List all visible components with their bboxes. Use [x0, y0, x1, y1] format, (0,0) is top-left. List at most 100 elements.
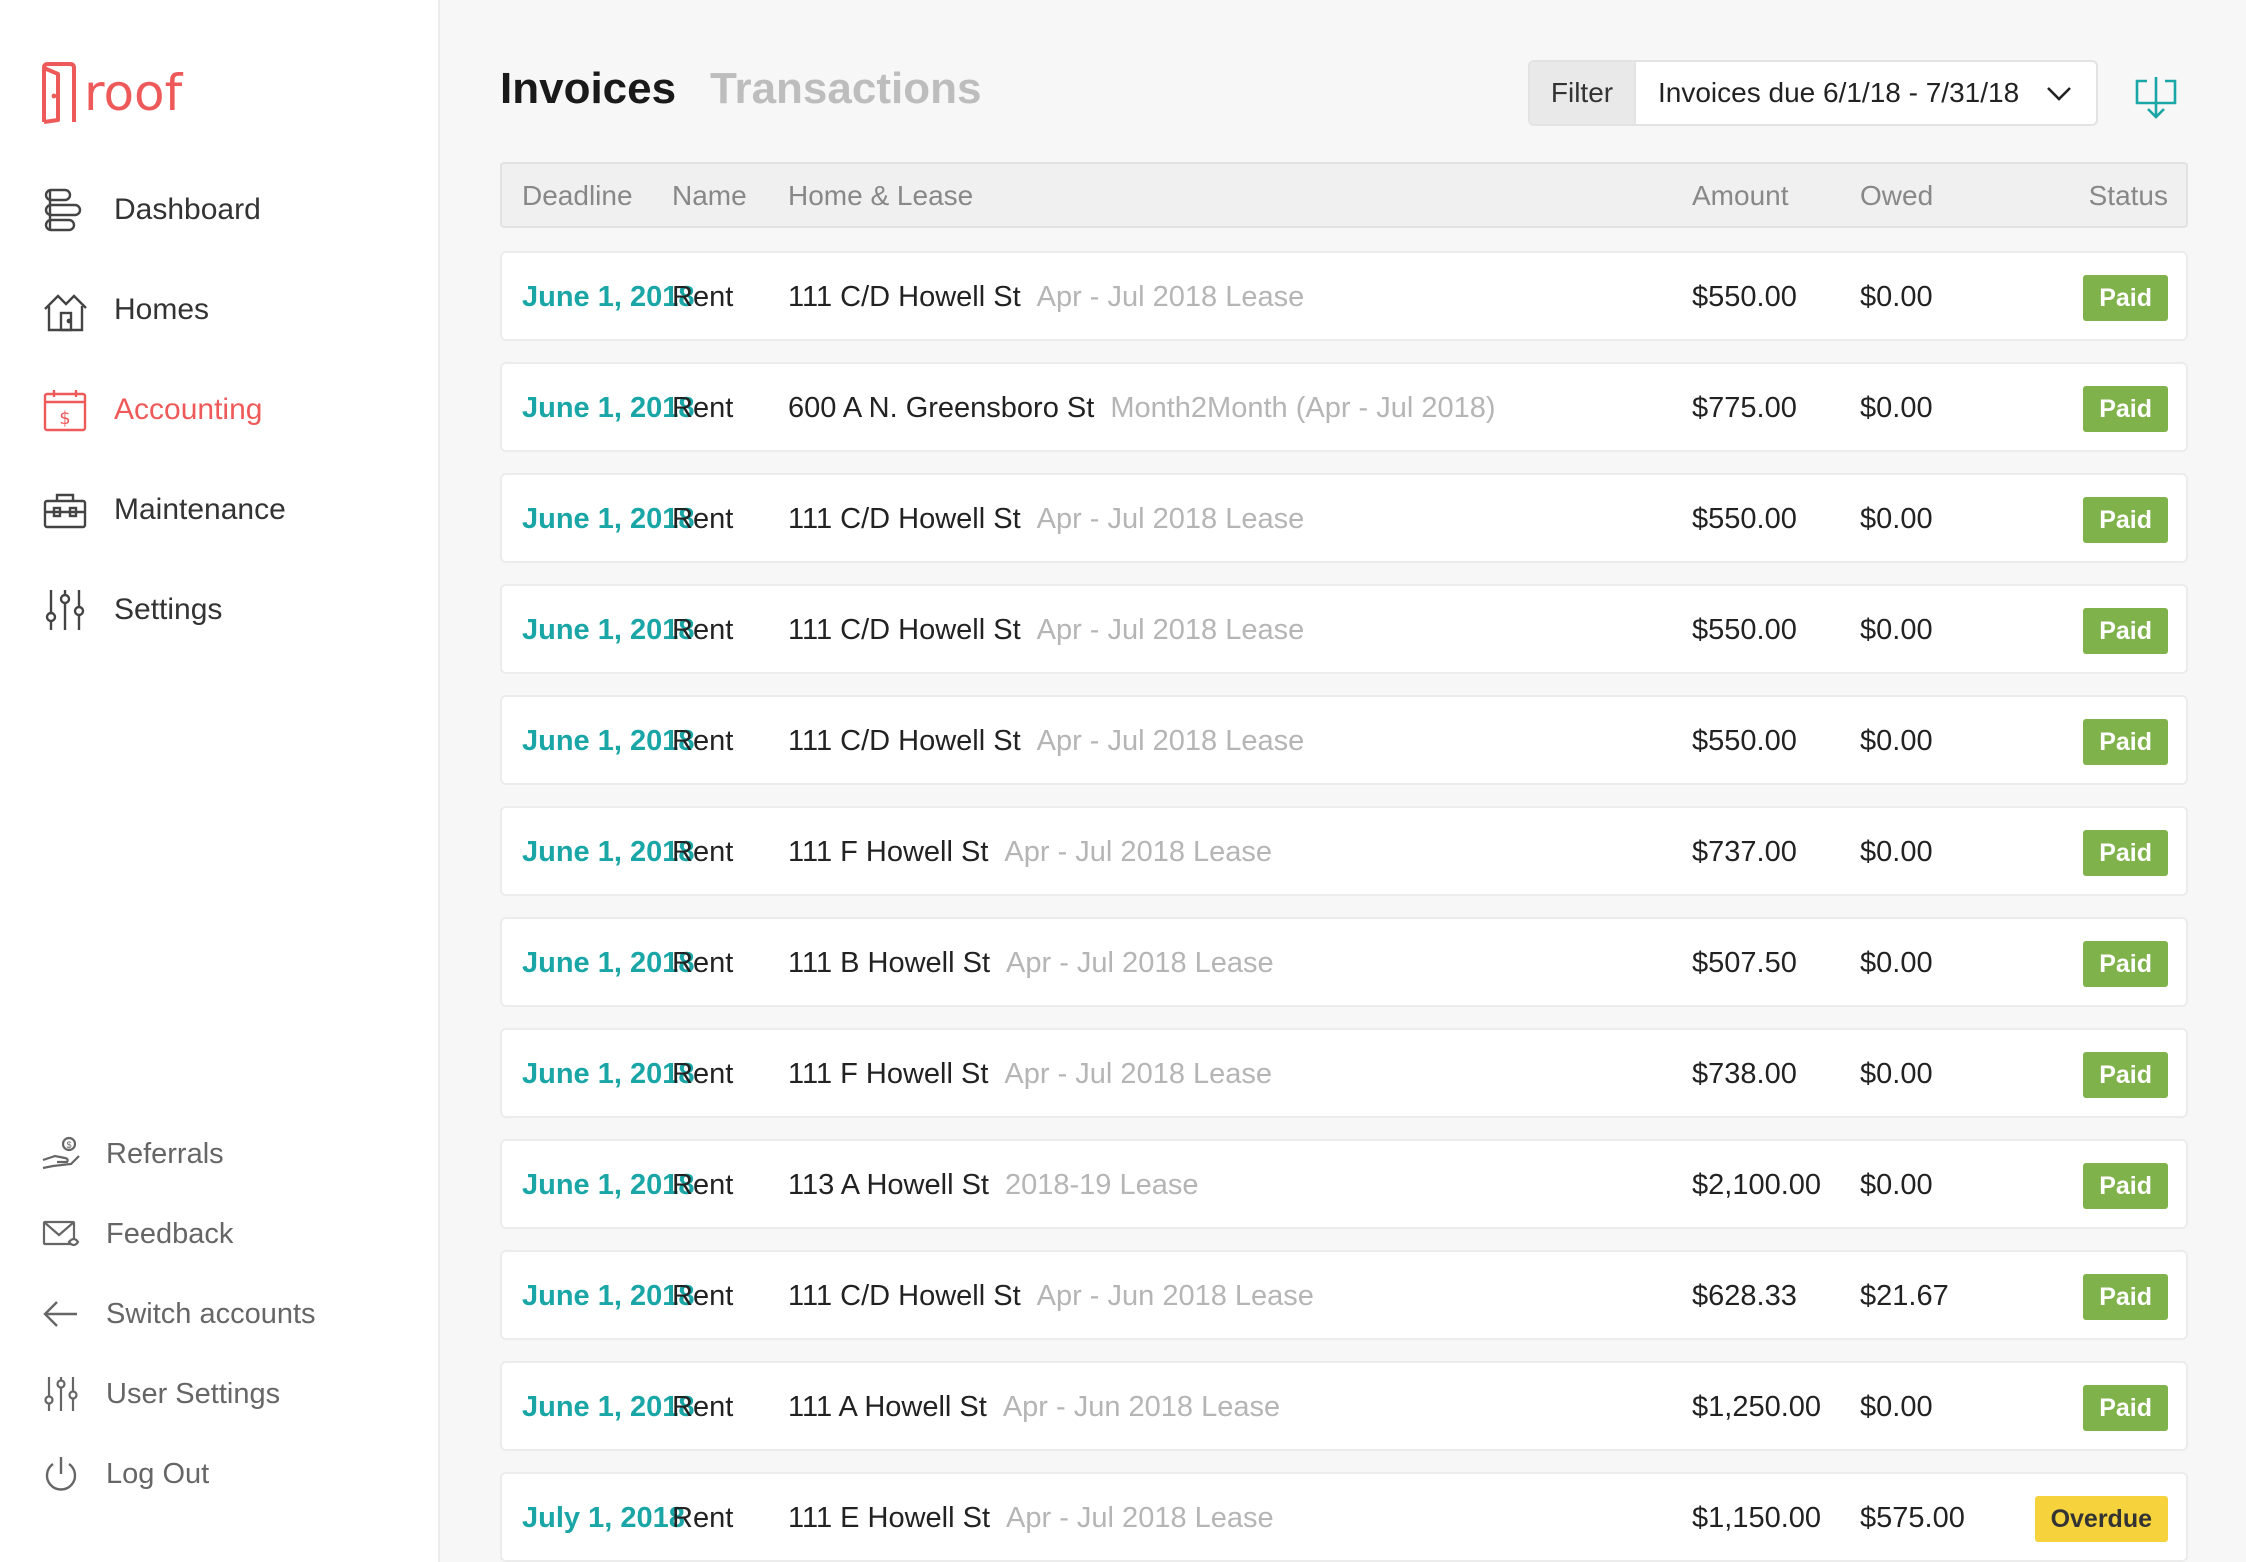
deadline-link[interactable]: June 1, 2018 — [522, 725, 695, 758]
invoice-amount: $737.00 — [1692, 836, 1797, 868]
sidebar-item-log-out[interactable]: Log Out — [40, 1444, 209, 1504]
sidebar-item-accounting[interactable]: $ Accounting — [40, 380, 262, 440]
lease-name: Apr - Jul 2018 Lease — [1036, 725, 1305, 757]
deadline-link[interactable]: June 1, 2018 — [522, 503, 695, 536]
invoice-owed: $0.00 — [1860, 1169, 1933, 1201]
header-amount[interactable]: Amount — [1692, 180, 1789, 212]
lease-name: Month2Month (Apr - Jul 2018) — [1110, 392, 1496, 424]
filter-label: Filter — [1530, 62, 1636, 124]
home-lease-cell: 111 E Howell St Apr - Jul 2018 Lease — [788, 1502, 1274, 1535]
main-content: Invoices Transactions Filter Invoices du… — [440, 0, 2246, 1562]
invoice-owed: $0.00 — [1860, 836, 1933, 868]
sidebar-item-homes[interactable]: Homes — [40, 280, 209, 340]
sidebar-item-feedback[interactable]: Feedback — [40, 1204, 233, 1264]
home-lease-cell: 111 C/D Howell St Apr - Jul 2018 Lease — [788, 503, 1304, 536]
header-status[interactable]: Status — [2089, 180, 2168, 212]
sidebar-item-label: Settings — [114, 593, 223, 626]
home-lease-cell: 111 C/D Howell St Apr - Jul 2018 Lease — [788, 725, 1304, 758]
deadline-link[interactable]: June 1, 2018 — [522, 392, 695, 425]
invoice-owed: $0.00 — [1860, 614, 1933, 646]
header-home-lease[interactable]: Home & Lease — [788, 180, 973, 212]
sidebar: roof Dashboard Homes $ Accounting Mainte… — [0, 0, 440, 1562]
table-row[interactable]: June 1, 2018 Rent 111 F Howell St Apr - Jul… — [500, 1028, 2188, 1118]
brand-logo[interactable]: roof — [40, 58, 182, 128]
status-badge: Paid — [2083, 830, 2168, 876]
brand-name: roof — [84, 64, 183, 122]
invoice-amount: $738.00 — [1692, 1058, 1797, 1090]
header-name[interactable]: Name — [672, 180, 747, 212]
invoice-amount: $550.00 — [1692, 725, 1797, 757]
sidebar-item-label: Referrals — [106, 1137, 224, 1170]
status-badge: Paid — [2083, 719, 2168, 765]
sidebar-item-settings[interactable]: Settings — [40, 580, 222, 640]
deadline-link[interactable]: June 1, 2018 — [522, 1058, 695, 1091]
deadline-link[interactable]: June 1, 2018 — [522, 1169, 695, 1202]
table-row[interactable]: June 1, 2018 Rent 111 A Howell St Apr - Jun… — [500, 1361, 2188, 1451]
home-address: 600 A N. Greensboro St — [788, 392, 1095, 424]
header-owed[interactable]: Owed — [1860, 180, 1933, 212]
table-row[interactable]: June 1, 2018 Rent 113 A Howell St 2018-19 L… — [500, 1139, 2188, 1229]
filter-dropdown[interactable]: Invoices due 6/1/18 - 7/31/18 — [1636, 62, 2096, 124]
home-lease-cell: 111 A Howell St Apr - Jun 2018 Lease — [788, 1391, 1280, 1424]
sidebar-item-label: User Settings — [106, 1377, 281, 1410]
sidebar-item-user-settings[interactable]: User Settings — [40, 1364, 280, 1424]
status-badge: Overdue — [2034, 1496, 2168, 1542]
invoice-name: Rent — [672, 725, 734, 757]
deadline-link[interactable]: June 1, 2018 — [522, 281, 695, 314]
table-row[interactable]: June 1, 2018 Rent 111 C/D Howell St Apr - J… — [500, 584, 2188, 674]
tab-transactions[interactable]: Transactions — [710, 62, 981, 116]
home-address: 111 C/D Howell St — [788, 503, 1021, 535]
download-button[interactable] — [2128, 68, 2184, 124]
svg-text:$: $ — [66, 1140, 71, 1150]
deadline-link[interactable]: June 1, 2018 — [522, 614, 695, 647]
app: roof Dashboard Homes $ Accounting Mainte… — [0, 0, 2246, 1562]
deadline-link[interactable]: June 1, 2018 — [522, 947, 695, 980]
deadline-link[interactable]: June 1, 2018 — [522, 836, 695, 869]
lease-name: 2018-19 Lease — [1004, 1169, 1199, 1201]
tab-invoices[interactable]: Invoices — [500, 62, 676, 116]
deadline-link[interactable]: July 1, 2018 — [522, 1502, 685, 1535]
table-row[interactable]: June 1, 2018 Rent 111 C/D Howell St Apr - J… — [500, 695, 2188, 785]
arrow-left-icon — [40, 1293, 82, 1335]
header-deadline[interactable]: Deadline — [522, 180, 633, 212]
invoice-owed: $0.00 — [1860, 947, 1933, 979]
home-address: 111 B Howell St — [788, 947, 991, 979]
sidebar-item-maintenance[interactable]: Maintenance — [40, 480, 286, 540]
sidebar-item-switch-accounts[interactable]: Switch accounts — [40, 1284, 316, 1344]
invoice-owed: $0.00 — [1860, 392, 1933, 424]
user-settings-sliders-icon — [40, 1373, 82, 1415]
invoice-amount: $550.00 — [1692, 281, 1797, 313]
status-badge: Paid — [2083, 608, 2168, 654]
invoice-filter[interactable]: Filter Invoices due 6/1/18 - 7/31/18 — [1528, 60, 2098, 126]
deadline-link[interactable]: June 1, 2018 — [522, 1280, 695, 1313]
table-row[interactable]: June 1, 2018 Rent 111 C/D Howell St Apr - J… — [500, 251, 2188, 341]
sidebar-item-dashboard[interactable]: Dashboard — [40, 180, 261, 240]
table-row[interactable]: June 1, 2018 Rent 111 B Howell St Apr - Jul… — [500, 917, 2188, 1007]
deadline-link[interactable]: June 1, 2018 — [522, 1391, 695, 1424]
home-lease-cell: 111 C/D Howell St Apr - Jul 2018 Lease — [788, 281, 1304, 314]
lease-name: Apr - Jul 2018 Lease — [1004, 1058, 1273, 1090]
invoice-owed: $0.00 — [1860, 1391, 1933, 1423]
door-logo-icon — [42, 62, 76, 124]
invoice-name: Rent — [672, 281, 734, 313]
home-lease-cell: 600 A N. Greensboro St Month2Month (Apr -… — [788, 392, 1496, 425]
invoice-name: Rent — [672, 1169, 734, 1201]
invoice-name: Rent — [672, 503, 734, 535]
table-row[interactable]: June 1, 2018 Rent 111 F Howell St Apr - Jul… — [500, 806, 2188, 896]
sidebar-item-referrals[interactable]: $ Referrals — [40, 1124, 224, 1184]
invoice-name: Rent — [672, 836, 734, 868]
sidebar-item-label: Accounting — [114, 393, 263, 426]
invoice-amount: $1,150.00 — [1692, 1502, 1822, 1534]
sidebar-item-label: Log Out — [106, 1457, 210, 1490]
home-lease-cell: 111 C/D Howell St Apr - Jun 2018 Lease — [788, 1280, 1314, 1313]
table-row[interactable]: July 1, 2018 Rent 111 E Howell St Apr - Jul… — [500, 1472, 2188, 1562]
table-row[interactable]: June 1, 2018 Rent 600 A N. Greensboro St Mo… — [500, 362, 2188, 452]
invoice-owed: $0.00 — [1860, 503, 1933, 535]
sidebar-item-label: Feedback — [106, 1217, 234, 1250]
invoice-amount: $2,100.00 — [1692, 1169, 1822, 1201]
home-lease-cell: 111 F Howell St Apr - Jul 2018 Lease — [788, 1058, 1272, 1091]
invoice-amount: $1,250.00 — [1692, 1391, 1822, 1423]
table-row[interactable]: June 1, 2018 Rent 111 C/D Howell St Apr - J… — [500, 473, 2188, 563]
table-row[interactable]: June 1, 2018 Rent 111 C/D Howell St Apr - J… — [500, 1250, 2188, 1340]
accounting-icon: $ — [40, 385, 90, 435]
